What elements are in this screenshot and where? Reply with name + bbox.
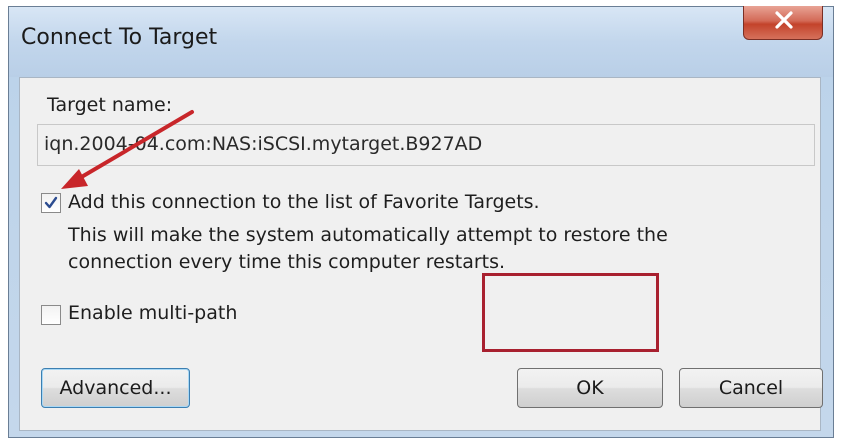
annotation-arrow-icon xyxy=(61,110,194,189)
